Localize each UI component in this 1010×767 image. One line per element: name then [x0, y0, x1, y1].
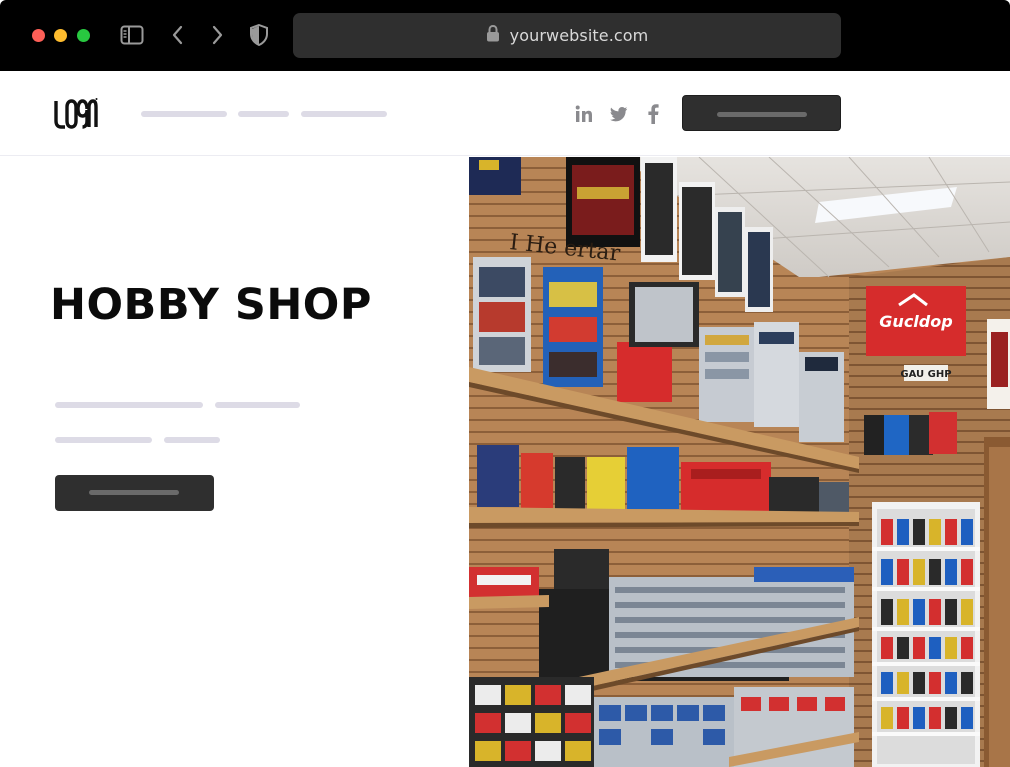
hero-cta-label: [89, 490, 179, 495]
window-close-button[interactable]: [32, 29, 45, 42]
linkedin-icon[interactable]: [573, 103, 595, 125]
shop-sign: Gucldop: [879, 312, 952, 331]
chevron-right-icon[interactable]: [204, 22, 230, 48]
twitter-icon[interactable]: [608, 103, 630, 125]
hero-text-line: [164, 437, 220, 443]
shield-icon[interactable]: [246, 22, 272, 48]
nav-link-1[interactable]: [141, 111, 227, 117]
nav-link-2[interactable]: [238, 111, 289, 117]
address-bar[interactable]: yourwebsite.com: [293, 13, 841, 58]
hero-text-line: [55, 437, 152, 443]
site-logo[interactable]: [54, 97, 98, 129]
hero-text-line: [215, 402, 300, 408]
chevron-left-icon[interactable]: [165, 22, 191, 48]
hero-title: HOBBY SHOP: [50, 280, 372, 330]
browser-chrome: yourwebsite.com: [0, 0, 1010, 71]
lock-icon: [486, 24, 500, 47]
hero-text-line: [55, 402, 203, 408]
header-cta-button[interactable]: [682, 95, 841, 131]
hero-cta-button[interactable]: [55, 475, 214, 511]
nav-link-3[interactable]: [301, 111, 387, 117]
small-sign: GAU GHP: [900, 369, 951, 380]
window-minimize-button[interactable]: [54, 29, 67, 42]
url-text: yourwebsite.com: [509, 26, 649, 45]
facebook-icon[interactable]: [642, 103, 664, 125]
window-maximize-button[interactable]: [77, 29, 90, 42]
header-cta-label: [717, 112, 807, 117]
hero-image: Gucldop GAU GHP I He ertar: [469, 157, 1010, 767]
sidebar-icon[interactable]: [119, 22, 145, 48]
site-header: [0, 71, 1010, 156]
